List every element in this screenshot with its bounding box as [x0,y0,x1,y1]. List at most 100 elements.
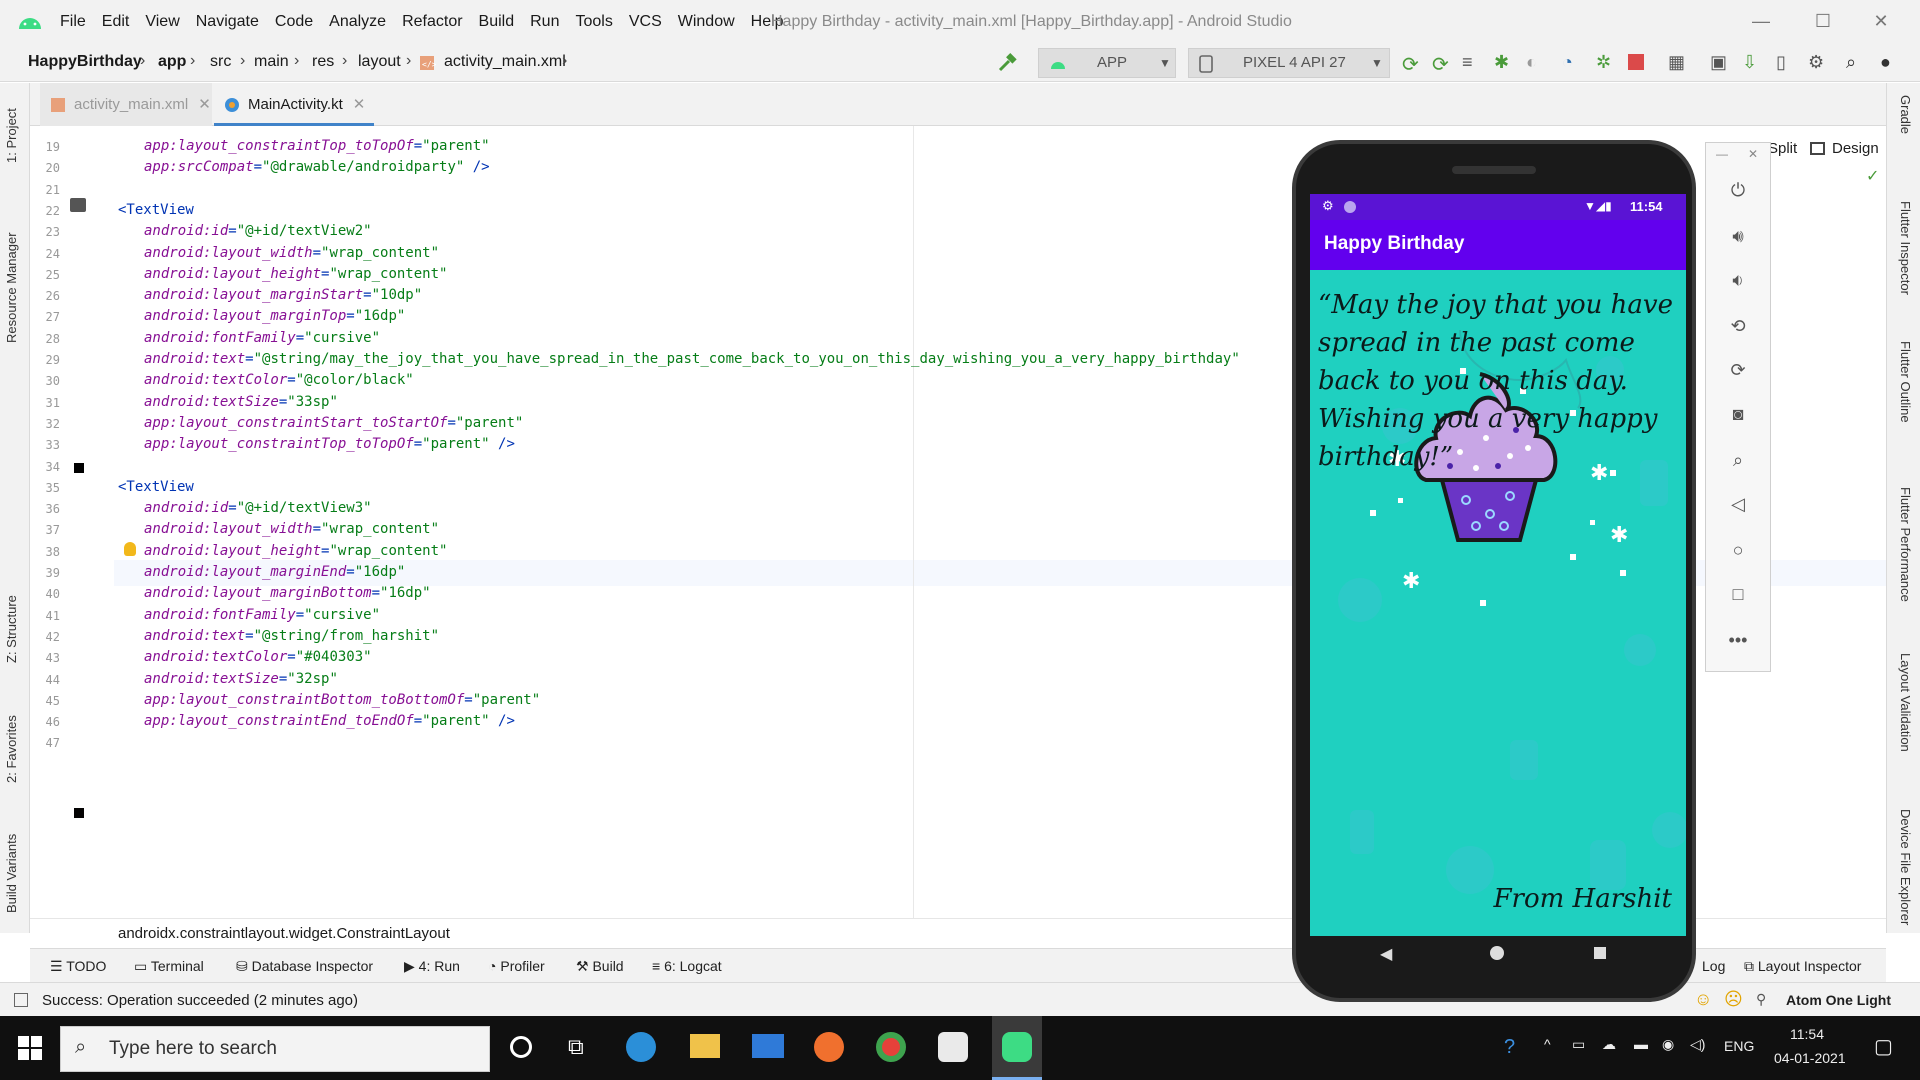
zoom-icon[interactable]: ⌕ [1723,445,1753,475]
code-line[interactable]: app:layout_constraintTop_toTopOf="parent… [144,138,490,154]
tool-event-log[interactable]: Log [1702,958,1725,974]
code-line[interactable]: android:layout_marginStart="10dp" [144,287,422,303]
tool-flutter-inspector[interactable]: Flutter Inspector [1898,201,1913,295]
code-line[interactable]: <TextView [118,202,194,218]
lightbulb-icon[interactable] [124,542,136,556]
hammer-build-icon[interactable] [996,52,1018,74]
home-icon[interactable]: ○ [1723,535,1753,565]
maximize-button[interactable]: ☐ [1808,6,1838,36]
breadcrumb-res[interactable]: res [312,53,334,71]
tool-structure[interactable]: Z: Structure [4,595,19,663]
minimize-button[interactable]: — [1746,6,1776,36]
tool-database-inspector[interactable]: ⛁ Database Inspector [236,958,373,975]
color-swatch-040303-icon[interactable] [74,808,84,818]
code-line[interactable]: android:layout_marginBottom="16dp" [144,585,431,601]
theme-name[interactable]: Atom One Light [1786,992,1891,1008]
code-line[interactable]: android:text="@string/may_the_joy_that_y… [144,351,1240,367]
tool-terminal[interactable]: ▭ Terminal [134,958,204,975]
menu-view[interactable]: View [137,0,187,44]
mail-icon[interactable] [752,1034,784,1058]
run-config-dropdown[interactable]: APP ▼ [1038,48,1176,78]
tool-build[interactable]: ⚒ Build [576,958,624,975]
notifications-icon[interactable]: ⚲ [1756,991,1766,1008]
code-line[interactable]: android:textColor="@color/black" [144,372,414,388]
taskbar-search-box[interactable]: ⌕ Type here to search [60,1026,490,1072]
tool-resource-manager[interactable]: Resource Manager [4,232,19,343]
edge-browser-icon[interactable] [626,1032,656,1062]
tool-todo[interactable]: ☰ TODO [50,958,106,975]
code-line[interactable]: android:layout_height="wrap_content" [144,543,447,559]
menu-vcs[interactable]: VCS [621,0,670,44]
tool-run[interactable]: ▶ 4: Run [404,958,460,975]
tool-flutter-performance[interactable]: Flutter Performance [1898,487,1913,602]
split-view-button[interactable]: Split [1768,140,1797,157]
menu-tools[interactable]: Tools [567,0,620,44]
emulator-screen[interactable]: ✱ ✱ ✱ ✱ ⚙ ▼◢▮ 11:54 Happy Birthday “May the… [1310,194,1686,936]
network-icon[interactable]: ▭ [1572,1036,1585,1053]
notification-center-icon[interactable]: ▢ [1874,1034,1893,1059]
camera-icon[interactable]: ◙ [1723,399,1753,429]
code-line[interactable]: <TextView [118,479,194,495]
wifi-icon[interactable]: ◉ [1662,1036,1674,1053]
breadcrumb-layout[interactable]: layout [358,53,401,71]
project-structure-icon[interactable]: ▦ [1668,52,1690,74]
breadcrumb-project[interactable]: HappyBirthday [28,53,142,71]
tool-profiler[interactable]: ◔ Profiler [488,958,545,974]
close-tab-icon[interactable]: ✕ [353,96,366,113]
code-line[interactable]: android:layout_width="wrap_content" [144,521,439,537]
search-icon[interactable]: ⌕ [1846,52,1868,74]
code-line[interactable]: android:fontFamily="cursive" [144,330,380,346]
attach-debugger-icon[interactable]: ✲ [1596,52,1618,74]
sync-list-icon[interactable]: ≡ [1462,52,1484,74]
file-explorer-icon[interactable] [690,1034,720,1058]
code-line[interactable]: app:layout_constraintEnd_toEndOf="parent… [144,713,515,729]
debug-icon[interactable]: ✱ [1494,52,1516,74]
account-icon[interactable]: ● [1880,52,1902,74]
menu-file[interactable]: File [52,0,94,44]
tool-layout-inspector[interactable]: ⧉ Layout Inspector [1744,958,1861,975]
color-swatch-black-icon[interactable] [74,463,84,473]
windows-start-icon[interactable] [18,1036,42,1060]
sad-feedback-icon[interactable]: ☹ [1724,989,1743,1010]
tab-activity-main[interactable]: activity_main.xml ✕ [40,83,212,126]
menu-analyze[interactable]: Analyze [321,0,394,44]
menu-refactor[interactable]: Refactor [394,0,470,44]
breadcrumb-file[interactable]: activity_main.xml [444,53,566,71]
breadcrumb-src[interactable]: src [210,53,231,71]
code-line[interactable]: android:textColor="#040303" [144,649,372,665]
code-line[interactable]: android:text="@string/from_harshit" [144,628,439,644]
coverage-icon[interactable]: ◐ [1526,52,1548,74]
volume-up-icon[interactable]: 🔊︎ [1723,221,1753,251]
overview-icon[interactable]: □ [1723,579,1753,609]
menu-code[interactable]: Code [267,0,321,44]
tab-main-activity[interactable]: MainActivity.kt ✕ [214,83,374,126]
code-line[interactable]: android:textSize="33sp" [144,394,338,410]
breadcrumb-module[interactable]: app [158,53,186,71]
task-view-icon[interactable]: ⧉ [568,1034,584,1060]
menu-edit[interactable]: Edit [94,0,138,44]
status-toggle-icon[interactable] [14,993,28,1007]
apply-changes-restart-icon[interactable]: ⟳ [1402,52,1424,76]
help-icon[interactable]: ? [1504,1036,1515,1059]
code-line[interactable]: android:id="@+id/textView2" [144,223,372,239]
battery-icon[interactable]: ▬ [1634,1036,1648,1052]
menu-run[interactable]: Run [522,0,567,44]
menu-build[interactable]: Build [471,0,523,44]
close-button[interactable]: ✕ [1866,6,1896,36]
back-icon[interactable]: ◁ [1723,489,1753,519]
breadcrumb-main[interactable]: main [254,53,289,71]
tool-logcat[interactable]: ≡ 6: Logcat [652,958,722,974]
app-w-icon[interactable] [938,1032,968,1062]
recents-icon[interactable] [1594,947,1606,959]
tool-favorites[interactable]: 2: Favorites [4,715,19,783]
code-line[interactable]: android:fontFamily="cursive" [144,607,380,623]
design-view-button[interactable]: Design [1810,140,1879,157]
menu-navigate[interactable]: Navigate [188,0,267,44]
apply-code-changes-icon[interactable]: ⟳ [1432,52,1454,76]
tool-project[interactable]: 1: Project [4,108,19,163]
chevron-up-icon[interactable]: ^ [1544,1036,1551,1052]
code-line[interactable]: android:layout_marginEnd="16dp" [144,564,405,580]
language-indicator[interactable]: ENG [1724,1038,1754,1054]
minimize-emulator-icon[interactable]: — [1716,147,1728,161]
chrome-icon[interactable] [876,1032,906,1062]
